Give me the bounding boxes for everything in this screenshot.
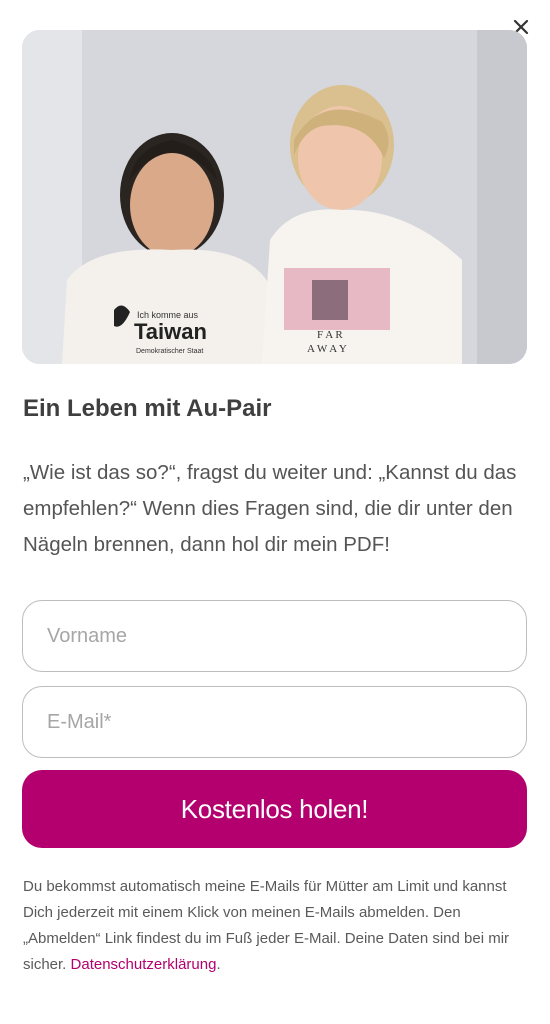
intro-text: „Wie ist das so?“, fragst du weiter und:… bbox=[23, 461, 517, 556]
hero-photo: Ich komme aus Taiwan Demokratischer Staa… bbox=[22, 30, 527, 364]
email-input[interactable] bbox=[22, 686, 527, 758]
legal-text: Du bekommst automatisch meine E-Mails fü… bbox=[23, 874, 528, 978]
submit-button[interactable]: Kostenlos holen! bbox=[22, 770, 527, 848]
popup-title: Ein Leben mit Au-Pair bbox=[23, 395, 272, 422]
firstname-input[interactable] bbox=[22, 600, 527, 672]
shirt-text-line4: F A R bbox=[317, 329, 343, 341]
privacy-link[interactable]: Datenschutzerklärung bbox=[71, 956, 217, 973]
legal-trailing: . bbox=[216, 956, 221, 973]
shirt-text-line3: Demokratischer Staat bbox=[136, 348, 203, 355]
shirt-text-line2: Taiwan bbox=[134, 319, 207, 344]
shirt-text-line5: A W A Y bbox=[307, 343, 347, 355]
